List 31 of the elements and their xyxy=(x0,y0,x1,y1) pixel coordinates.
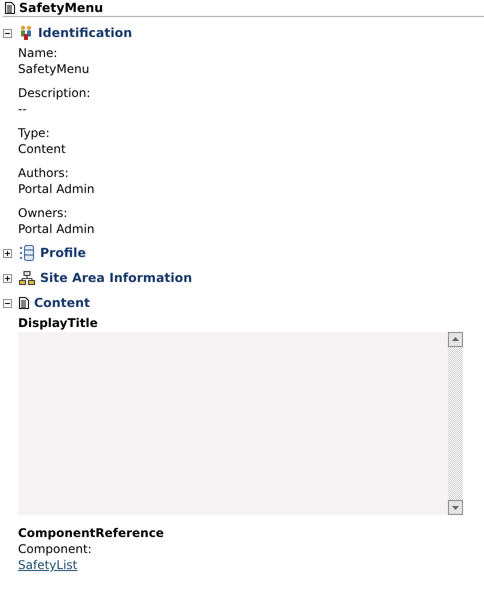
field-label: Component: xyxy=(18,541,93,557)
people-icon xyxy=(19,25,33,41)
field-label: Name: xyxy=(18,45,58,61)
field-value: Portal Admin xyxy=(18,221,96,237)
expand-icon[interactable] xyxy=(3,274,12,282)
scrollbar[interactable] xyxy=(448,332,463,515)
component-link[interactable]: SafetyList xyxy=(18,557,78,573)
section-title[interactable]: Identification xyxy=(38,25,132,41)
document-icon xyxy=(5,2,15,14)
field-label: Type: xyxy=(18,125,51,141)
collapse-icon[interactable] xyxy=(3,298,12,308)
field-value: SafetyMenu xyxy=(18,61,90,77)
expand-icon[interactable] xyxy=(3,248,12,258)
element-title: ComponentReference xyxy=(18,525,165,541)
document-icon xyxy=(19,297,29,309)
scroll-up-icon[interactable] xyxy=(448,332,463,347)
list-icon xyxy=(19,245,35,261)
section-title[interactable]: Content xyxy=(34,295,90,311)
scroll-down-icon[interactable] xyxy=(448,500,463,515)
element-title: DisplayTitle xyxy=(18,315,99,331)
field-value: Content xyxy=(18,141,67,157)
field-value: -- xyxy=(18,101,28,117)
collapse-icon[interactable] xyxy=(3,28,12,38)
section-title[interactable]: Site Area Information xyxy=(40,270,192,286)
network-icon xyxy=(19,271,35,285)
field-value: Portal Admin xyxy=(18,181,96,197)
field-label: Description: xyxy=(18,85,92,101)
field-label: Owners: xyxy=(18,205,68,221)
field-label: Authors: xyxy=(18,165,70,181)
page-title: SafetyMenu xyxy=(19,0,104,16)
section-title[interactable]: Profile xyxy=(40,245,86,261)
